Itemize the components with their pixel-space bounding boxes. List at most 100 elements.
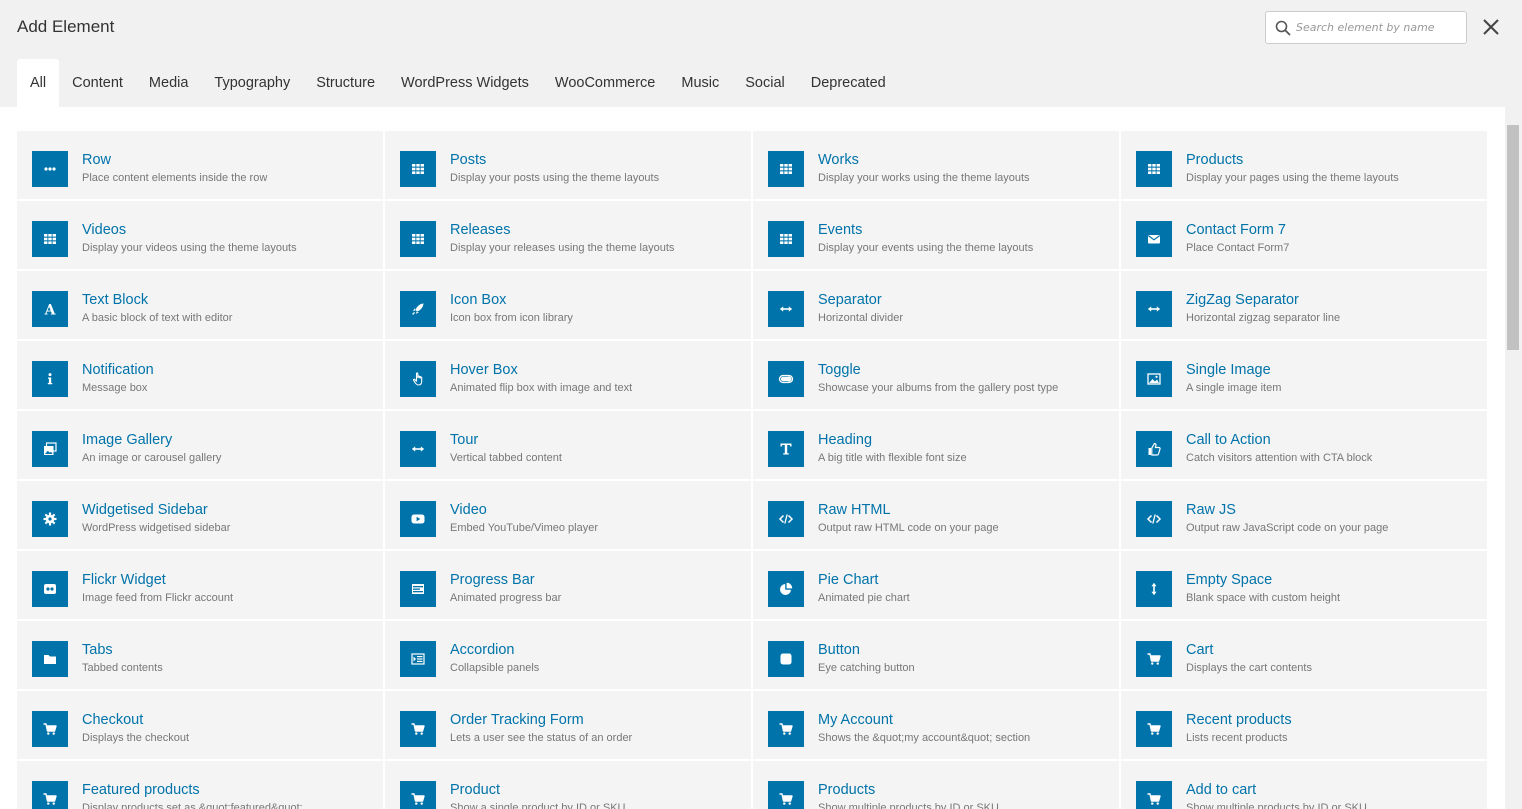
element-row[interactable]: Row Place content elements inside the row (17, 131, 383, 199)
element-videos[interactable]: Videos Display your videos using the them… (17, 201, 383, 269)
element-name: Button (818, 642, 860, 658)
element-contact-form-7[interactable]: Contact Form 7 Place Contact Form7 (1121, 201, 1487, 269)
element-description: Eye catching button (818, 662, 915, 674)
tab-structure[interactable]: Structure (303, 59, 388, 107)
element-works[interactable]: Works Display your works using the theme … (753, 131, 1119, 199)
element-description: Embed YouTube/Vimeo player (450, 522, 598, 534)
cart-icon (400, 711, 436, 747)
close-icon[interactable] (1480, 16, 1502, 38)
cart-icon (400, 781, 436, 809)
element-add-to-cart[interactable]: Add to cart Show multiple products by ID … (1121, 761, 1487, 809)
element-description: A single image item (1186, 382, 1282, 394)
tab-content[interactable]: Content (59, 59, 136, 107)
element-tabs[interactable]: Tabs Tabbed contents (17, 621, 383, 689)
element-zigzag-separator[interactable]: ZigZag Separator Horizontal zigzag separa… (1121, 271, 1487, 339)
element-products[interactable]: Products Display your pages using the the… (1121, 131, 1487, 199)
element-product[interactable]: Product Show a single product by ID or SK… (385, 761, 751, 809)
element-hover-box[interactable]: Hover Box Animated flip box with image an… (385, 341, 751, 409)
tab-social[interactable]: Social (732, 59, 798, 107)
element-raw-html[interactable]: Raw HTML Output raw HTML code on your pag… (753, 481, 1119, 549)
tab-all[interactable]: All (17, 59, 60, 107)
button-icon (768, 641, 804, 677)
element-name: Pie Chart (818, 572, 879, 588)
element-releases[interactable]: Releases Display your releases using the … (385, 201, 751, 269)
element-name: Checkout (82, 712, 144, 728)
element-description: Showcase your albums from the gallery po… (818, 382, 1059, 394)
tab-typography[interactable]: Typography (201, 59, 303, 107)
tab-music[interactable]: Music (668, 59, 732, 107)
element-name: Raw JS (1186, 502, 1236, 518)
element-description: Animated pie chart (818, 592, 910, 604)
element-order-tracking-form[interactable]: Order Tracking Form Lets a user see the s… (385, 691, 751, 759)
element-accordion[interactable]: Accordion Collapsible panels (385, 621, 751, 689)
element-flickr-widget[interactable]: Flickr Widget Image feed from Flickr acco… (17, 551, 383, 619)
element-call-to-action[interactable]: Call to Action Catch visitors attention w… (1121, 411, 1487, 479)
element-name: Flickr Widget (82, 572, 166, 588)
element-description: Message box (82, 382, 148, 394)
element-description: Display your events using the theme layo… (818, 242, 1034, 254)
element-description: A basic block of text with editor (82, 312, 233, 324)
element-single-image[interactable]: Single Image A single image item (1121, 341, 1487, 409)
modal-title: Add Element (17, 17, 115, 36)
hand-pointer-icon (400, 361, 436, 397)
grid-icon (768, 151, 804, 187)
element-recent-products[interactable]: Recent products Lists recent products (1121, 691, 1487, 759)
element-description: Display your videos using the theme layo… (82, 242, 297, 254)
element-description: Animated flip box with image and text (450, 382, 633, 394)
tab-media[interactable]: Media (136, 59, 202, 107)
tab-woocommerce[interactable]: WooCommerce (542, 59, 668, 107)
scrollbar[interactable] (1505, 107, 1522, 809)
element-posts[interactable]: Posts Display your posts using the theme … (385, 131, 751, 199)
element-cart[interactable]: Cart Displays the cart contents (1121, 621, 1487, 689)
element-description: Output raw JavaScript code on your page (1186, 522, 1389, 534)
element-description: Show a single product by ID or SKU (450, 802, 626, 809)
category-tabs: All Content Media Typography Structure WordPr… (17, 59, 899, 107)
element-icon-box[interactable]: Icon Box Icon box from icon library (385, 271, 751, 339)
element-description: A big title with flexible font size (818, 452, 967, 464)
element-pie-chart[interactable]: Pie Chart Animated pie chart (753, 551, 1119, 619)
search-box[interactable] (1265, 11, 1467, 44)
elements-panel: Row Place content elements inside the row… (0, 107, 1505, 809)
element-progress-bar[interactable]: Progress Bar Animated progress bar (385, 551, 751, 619)
arrows-horizontal-icon (1136, 291, 1172, 327)
element-description: Output raw HTML code on your page (818, 522, 999, 534)
element-description: Image feed from Flickr account (82, 592, 234, 604)
element-name: Heading (818, 432, 873, 448)
grid-icon (400, 221, 436, 257)
element-name: Row (82, 152, 112, 168)
element-name: Toggle (818, 362, 861, 378)
element-description: Collapsible panels (450, 662, 540, 674)
search-input[interactable] (1296, 13, 1461, 42)
tab-wordpress-widgets[interactable]: WordPress Widgets (388, 59, 542, 107)
element-checkout[interactable]: Checkout Displays the checkout (17, 691, 383, 759)
element-my-account[interactable]: My Account Shows the &quot;my account&quo… (753, 691, 1119, 759)
letter-a-icon: A (32, 291, 68, 327)
element-widgetised-sidebar[interactable]: Widgetised Sidebar WordPress widgetised s… (17, 481, 383, 549)
element-description: Vertical tabbed content (450, 452, 562, 464)
element-tour[interactable]: Tour Vertical tabbed content (385, 411, 751, 479)
element-notification[interactable]: Notification Message box (17, 341, 383, 409)
element-raw-js[interactable]: Raw JS Output raw JavaScript code on your… (1121, 481, 1487, 549)
element-featured-products[interactable]: Featured products Display products set as… (17, 761, 383, 809)
element-button[interactable]: Button Eye catching button (753, 621, 1119, 689)
grid-icon (32, 221, 68, 257)
element-name: Progress Bar (450, 572, 535, 588)
element-empty-space[interactable]: Empty Space Blank space with custom heigh… (1121, 551, 1487, 619)
tab-deprecated[interactable]: Deprecated (798, 59, 899, 107)
element-description: Lets a user see the status of an order (450, 732, 633, 744)
element-events[interactable]: Events Display your events using the them… (753, 201, 1119, 269)
progress-icon (400, 571, 436, 607)
element-text-block[interactable]: A Text Block A basic block of text with ed… (17, 271, 383, 339)
element-name: Tabs (82, 642, 113, 658)
element-heading[interactable]: Heading A big title with flexible font si… (753, 411, 1119, 479)
scrollbar-thumb[interactable] (1507, 125, 1519, 350)
element-name: Contact Form 7 (1186, 222, 1286, 238)
element-video[interactable]: Video Embed YouTube/Vimeo player (385, 481, 751, 549)
element-separator[interactable]: Separator Horizontal divider (753, 271, 1119, 339)
element-toggle[interactable]: Toggle Showcase your albums from the gall… (753, 341, 1119, 409)
element-image-gallery[interactable]: Image Gallery An image or carousel galler… (17, 411, 383, 479)
element-description: Lists recent products (1186, 732, 1288, 744)
element-products[interactable]: Products Show multiple products by ID or … (753, 761, 1119, 809)
element-name: Cart (1186, 642, 1214, 658)
element-name: Image Gallery (82, 432, 173, 448)
